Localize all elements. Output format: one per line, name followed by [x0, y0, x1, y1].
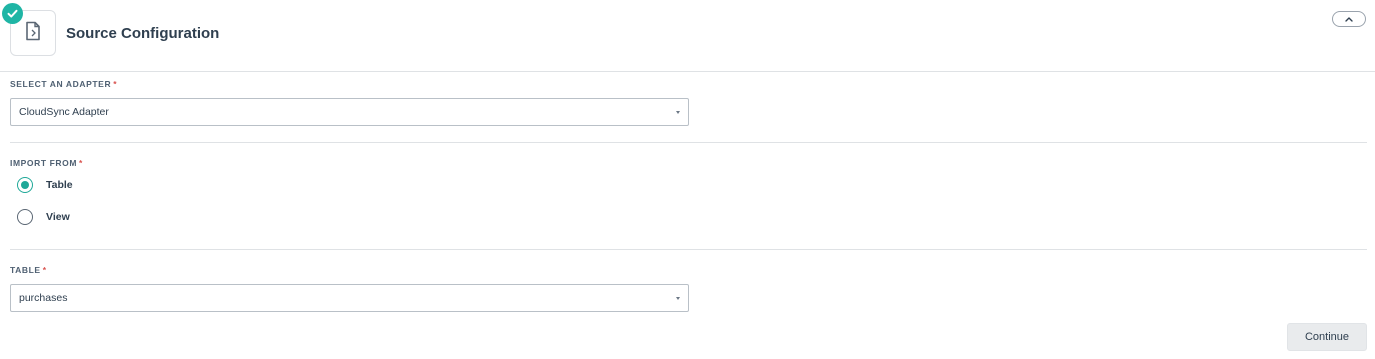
table-label: TABLE * — [10, 265, 47, 275]
chevron-up-icon — [1344, 10, 1354, 28]
radio-dot — [21, 181, 29, 189]
adapter-select[interactable]: CloudSync Adapter — [10, 98, 689, 126]
table-select[interactable]: purchases — [10, 284, 689, 312]
collapse-button[interactable] — [1332, 11, 1366, 27]
adapter-label: SELECT AN ADAPTER * — [10, 79, 117, 89]
table-label-text: TABLE — [10, 265, 41, 275]
page-title: Source Configuration — [66, 25, 220, 42]
caret-down-icon — [676, 111, 680, 114]
table-select-value: purchases — [19, 292, 68, 304]
required-marker: * — [113, 79, 118, 89]
caret-down-icon — [676, 297, 680, 300]
check-circle-icon — [2, 3, 23, 24]
section-divider — [10, 142, 1367, 143]
required-marker: * — [42, 265, 47, 275]
continue-button[interactable]: Continue — [1287, 323, 1367, 351]
file-source-icon — [24, 21, 42, 46]
radio-option-table[interactable]: Table — [17, 176, 73, 194]
required-marker: * — [79, 158, 83, 168]
import-from-label: IMPORT FROM * — [10, 158, 83, 168]
header-divider — [0, 71, 1375, 72]
radio-button-checked[interactable] — [17, 177, 33, 193]
adapter-label-text: SELECT AN ADAPTER — [10, 79, 112, 89]
radio-button-unchecked[interactable] — [17, 209, 33, 225]
radio-label-table: Table — [46, 179, 73, 191]
radio-label-view: View — [46, 211, 70, 223]
source-configuration-panel: Source Configuration SELECT AN ADAPTER * … — [0, 0, 1375, 359]
adapter-select-value: CloudSync Adapter — [19, 106, 109, 118]
radio-option-view[interactable]: View — [17, 208, 70, 226]
import-from-label-text: IMPORT FROM — [10, 158, 78, 168]
section-divider — [10, 249, 1367, 250]
